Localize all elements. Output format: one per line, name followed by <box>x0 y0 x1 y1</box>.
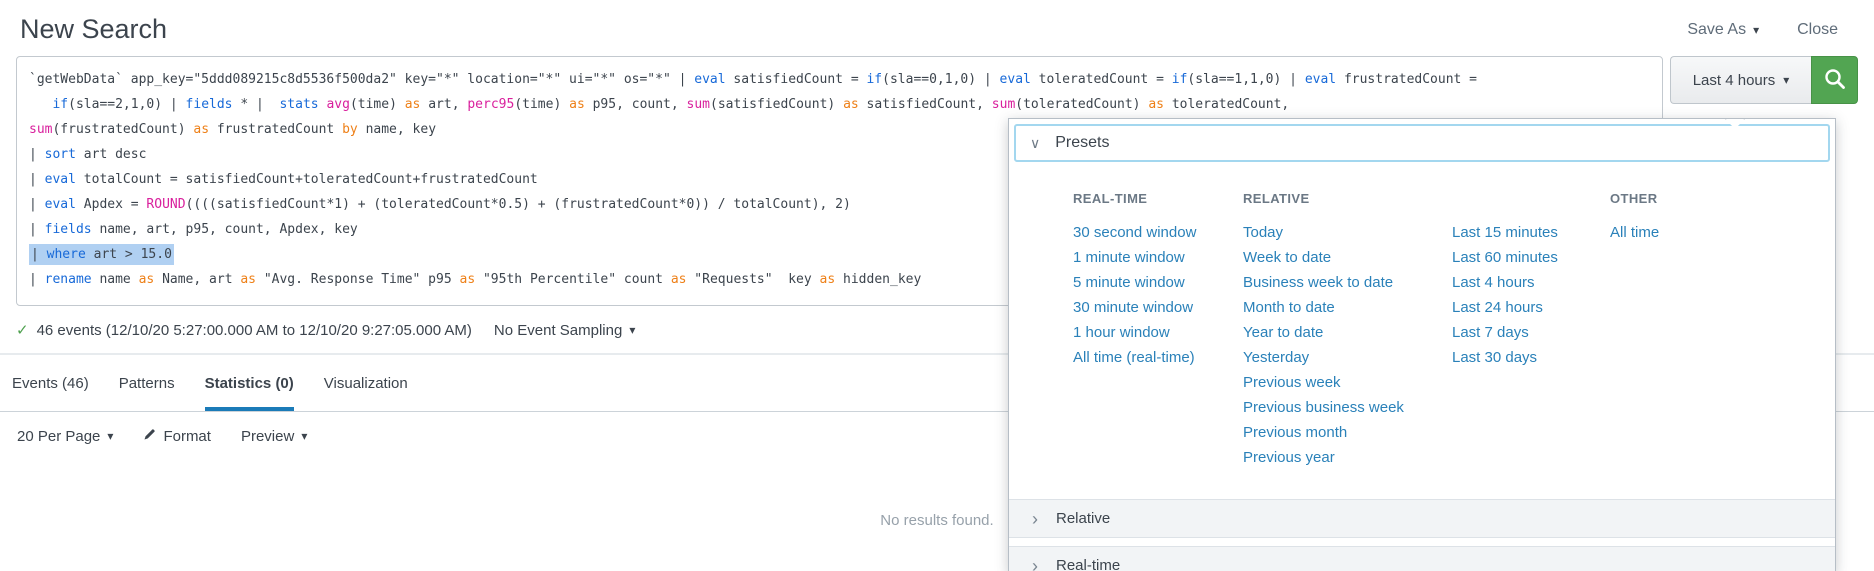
chevron-down-icon: ∨ <box>1030 135 1040 152</box>
preset-link[interactable]: Previous business week <box>1243 395 1452 420</box>
preset-link[interactable]: Last 4 hours <box>1452 270 1610 295</box>
preset-link[interactable]: Previous week <box>1243 370 1452 395</box>
caret-down-icon: ▾ <box>1753 23 1759 37</box>
header-actions: Save As ▾ Close <box>1687 21 1854 39</box>
save-as-button[interactable]: Save As ▾ <box>1687 21 1759 39</box>
section-relative[interactable]: › Relative <box>1009 499 1835 538</box>
preset-link[interactable]: Today <box>1243 220 1452 245</box>
query-line: `getWebData` app_key="5ddd089215c8d5536f… <box>29 67 1650 92</box>
preset-link[interactable]: 30 minute window <box>1073 295 1243 320</box>
preset-link[interactable]: All time <box>1610 220 1750 245</box>
tab-patterns[interactable]: Patterns <box>119 355 175 411</box>
chevron-right-icon: › <box>1032 510 1038 528</box>
preset-column-header <box>1452 191 1610 208</box>
preset-link[interactable]: Year to date <box>1243 320 1452 345</box>
caret-down-icon: ▾ <box>107 429 113 443</box>
preset-link[interactable]: 1 hour window <box>1073 320 1243 345</box>
preset-column: RELATIVE TodayWeek to dateBusiness week t… <box>1243 191 1452 470</box>
per-page-button[interactable]: 20 Per Page ▾ <box>17 428 113 445</box>
time-range-dropdown: ∨ Presets REAL-TIME 30 second window1 min… <box>1008 118 1836 571</box>
event-sampling-label: No Event Sampling <box>494 322 622 339</box>
format-label: Format <box>163 428 211 445</box>
pencil-icon <box>143 428 156 445</box>
preset-link[interactable]: Last 30 days <box>1452 345 1610 370</box>
time-range-picker-button[interactable]: Last 4 hours ▾ <box>1670 56 1811 104</box>
chevron-right-icon: › <box>1032 557 1038 571</box>
format-button[interactable]: Format <box>143 428 211 445</box>
preset-column-header: REAL-TIME <box>1073 191 1243 208</box>
section-label: Real-time <box>1056 557 1120 571</box>
preset-link[interactable]: All time (real-time) <box>1073 345 1243 370</box>
preset-link[interactable]: Week to date <box>1243 245 1452 270</box>
preset-column: OTHER All time <box>1610 191 1750 470</box>
search-submit-button[interactable] <box>1811 56 1858 104</box>
tab-events[interactable]: Events (46) <box>12 355 89 411</box>
preset-column: REAL-TIME 30 second window1 minute window… <box>1073 191 1243 470</box>
preset-link[interactable]: 5 minute window <box>1073 270 1243 295</box>
preset-link[interactable]: Yesterday <box>1243 345 1452 370</box>
preset-column-header: OTHER <box>1610 191 1750 208</box>
caret-down-icon: ▾ <box>301 429 307 443</box>
save-as-label: Save As <box>1687 21 1746 39</box>
preset-column: Last 15 minutesLast 60 minutesLast 4 hou… <box>1452 191 1610 470</box>
preset-link[interactable]: Previous year <box>1243 445 1452 470</box>
per-page-label: 20 Per Page <box>17 428 100 445</box>
query-line: if(sla==2,1,0) | fields * | stats avg(ti… <box>29 92 1650 117</box>
section-real-time[interactable]: › Real-time <box>1009 546 1835 571</box>
header: New Search Save As ▾ Close <box>0 0 1874 46</box>
preset-link[interactable]: 1 minute window <box>1073 245 1243 270</box>
section-label: Relative <box>1056 510 1110 527</box>
preset-link[interactable]: Month to date <box>1243 295 1452 320</box>
close-button[interactable]: Close <box>1797 21 1838 39</box>
time-range-label: Last 4 hours <box>1693 72 1776 89</box>
presets-columns: REAL-TIME 30 second window1 minute window… <box>1009 167 1835 470</box>
preset-column-header: RELATIVE <box>1243 191 1452 208</box>
preset-link[interactable]: 30 second window <box>1073 220 1243 245</box>
caret-down-icon: ▾ <box>1783 73 1789 87</box>
presets-section-label: Presets <box>1055 134 1109 152</box>
preview-button[interactable]: Preview ▾ <box>241 428 307 445</box>
preset-link[interactable]: Last 7 days <box>1452 320 1610 345</box>
new-search-page: New Search Save As ▾ Close `getWebData` … <box>0 0 1874 571</box>
search-buttons: Last 4 hours ▾ <box>1670 56 1858 104</box>
page-title: New Search <box>20 13 167 46</box>
preset-link[interactable]: Previous month <box>1243 420 1452 445</box>
preset-link[interactable]: Last 24 hours <box>1452 295 1610 320</box>
event-count-text: 46 events (12/10/20 5:27:00.000 AM to 12… <box>37 322 472 339</box>
preset-link[interactable]: Last 15 minutes <box>1452 220 1610 245</box>
success-check-icon: ✓ <box>16 321 29 339</box>
search-icon <box>1823 67 1847 94</box>
tab-statistics[interactable]: Statistics (0) <box>205 355 294 411</box>
query-selection-highlight: | where art > 15.0 <box>29 244 174 265</box>
event-sampling-button[interactable]: No Event Sampling ▾ <box>494 322 635 339</box>
tab-visualization[interactable]: Visualization <box>324 355 408 411</box>
empty-results-message: No results found. <box>880 512 993 529</box>
preset-link[interactable]: Last 60 minutes <box>1452 245 1610 270</box>
preset-link[interactable]: Business week to date <box>1243 270 1452 295</box>
preview-label: Preview <box>241 428 294 445</box>
caret-down-icon: ▾ <box>629 323 635 337</box>
presets-section-header[interactable]: ∨ Presets <box>1014 124 1830 162</box>
